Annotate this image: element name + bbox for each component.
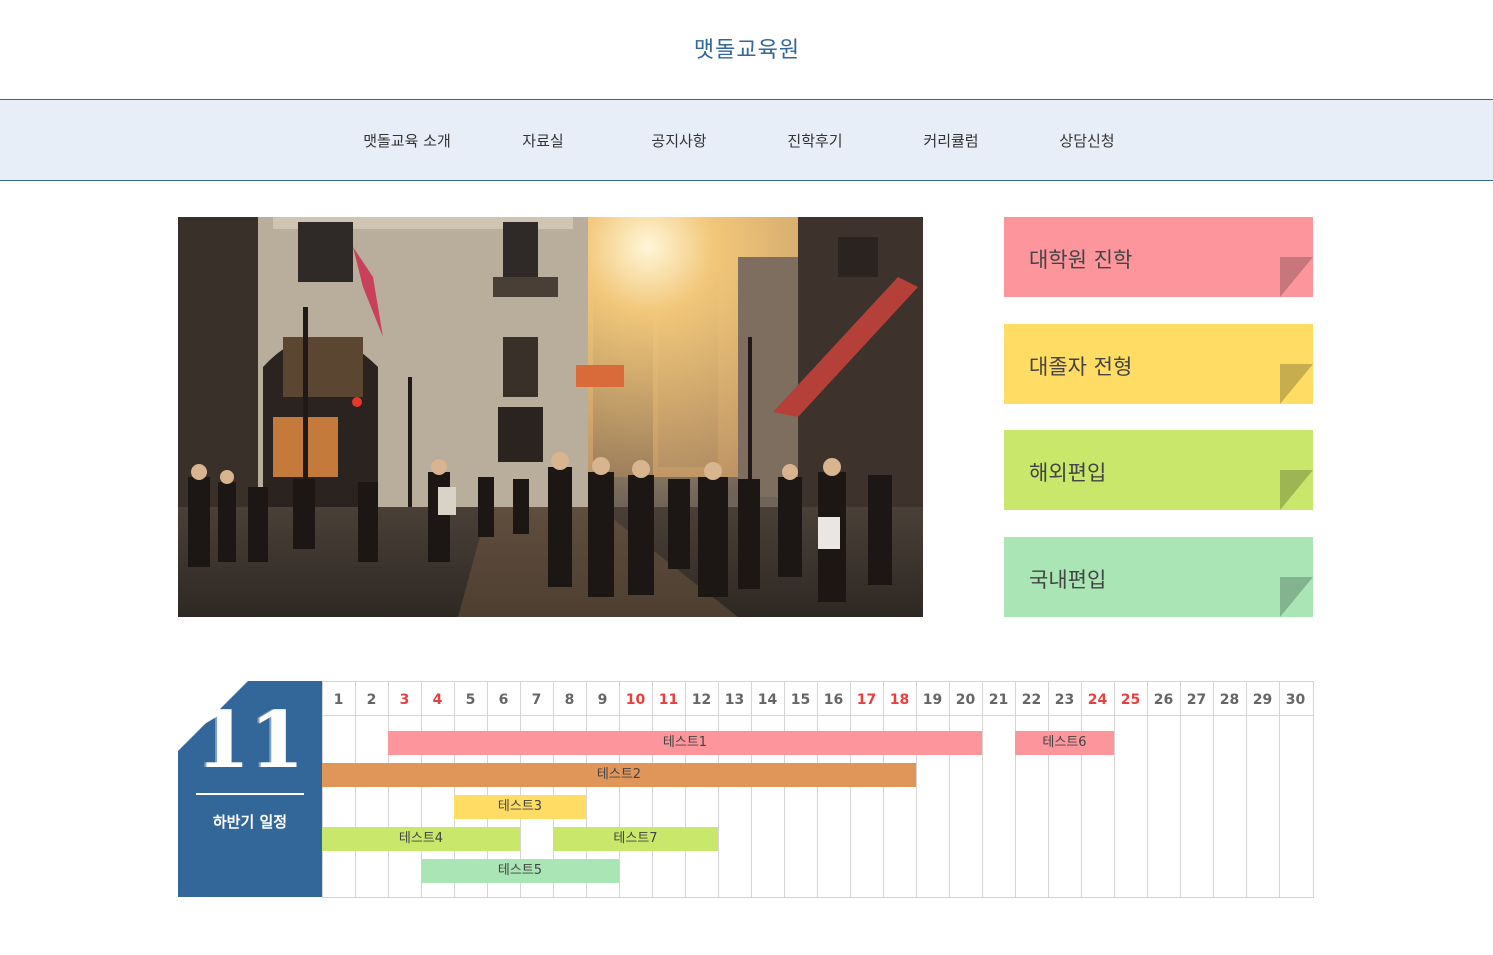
day-label: 26 <box>1153 692 1174 708</box>
day-label: 20 <box>955 692 976 708</box>
card-label: 해외편입 <box>1029 461 1107 485</box>
schedule-event[interactable]: 테스트5 <box>421 859 619 883</box>
schedule-event[interactable]: 테스트6 <box>1015 731 1114 755</box>
day-label: 25 <box>1120 692 1141 708</box>
day-label: 30 <box>1285 692 1306 708</box>
day-label: 11 <box>658 692 679 708</box>
day-label: 15 <box>790 692 811 708</box>
day-label: 9 <box>597 692 608 708</box>
card-graduate-school[interactable]: 대학원 진학 <box>1004 217 1313 297</box>
day-label: 18 <box>889 692 910 708</box>
schedule-event[interactable]: 테스트2 <box>322 763 916 787</box>
card-overseas-transfer[interactable]: 해외편입 <box>1004 430 1313 510</box>
day-label: 29 <box>1252 692 1273 708</box>
day-label: 23 <box>1054 692 1075 708</box>
card-label: 대졸자 전형 <box>1029 355 1133 379</box>
month-divider <box>196 793 304 795</box>
day-label: 14 <box>757 692 778 708</box>
schedule-event[interactable]: 테스트3 <box>454 795 586 819</box>
day-label: 10 <box>625 692 646 708</box>
day-label: 4 <box>432 692 443 708</box>
card-bachelor-transfer[interactable]: 대졸자 전형 <box>1004 324 1313 404</box>
day-label: 19 <box>922 692 943 708</box>
day-label: 12 <box>691 692 712 708</box>
day-label: 7 <box>531 692 542 708</box>
nav-item-resources[interactable]: 자료실 <box>475 130 611 151</box>
nav-item-consultation[interactable]: 상담신청 <box>1019 130 1155 151</box>
day-label: 1 <box>333 692 344 708</box>
schedule-grid: 1 2 3 4 5 6 7 8 9 10 11 12 13 14 15 16 17 18 19 20 21 22 23 24 2… <box>322 681 1314 898</box>
nav-item-about[interactable]: 맷돌교육 소개 <box>339 130 475 151</box>
card-label: 국내편입 <box>1029 568 1107 592</box>
day-label: 24 <box>1087 692 1108 708</box>
nav-item-reviews[interactable]: 진학후기 <box>747 130 883 151</box>
day-label: 16 <box>823 692 844 708</box>
schedule-event[interactable]: 테스트4 <box>322 827 520 851</box>
day-label: 17 <box>856 692 877 708</box>
month-number: 11 <box>195 695 305 786</box>
card-domestic-transfer[interactable]: 국내편입 <box>1004 537 1313 617</box>
schedule-event[interactable]: 테스트7 <box>553 827 718 851</box>
nav-item-notices[interactable]: 공지사항 <box>611 130 747 151</box>
day-label: 27 <box>1186 692 1207 708</box>
day-label: 6 <box>498 692 509 708</box>
day-label: 21 <box>988 692 1009 708</box>
folded-corner-icon <box>1280 470 1313 510</box>
day-label: 5 <box>465 692 476 708</box>
card-label: 대학원 진학 <box>1029 248 1133 272</box>
nav-item-curriculum[interactable]: 커리큘럼 <box>883 130 1019 151</box>
day-label: 13 <box>724 692 745 708</box>
month-badge: 11 하반기 일정 <box>178 681 322 897</box>
day-label: 3 <box>399 692 410 708</box>
day-label: 2 <box>366 692 377 708</box>
site-title[interactable]: 맷돌교육원 <box>0 32 1494 64</box>
schedule-event[interactable]: 테스트1 <box>388 731 982 755</box>
hero-image <box>178 217 923 617</box>
folded-corner-icon <box>1280 577 1313 617</box>
day-label: 22 <box>1021 692 1042 708</box>
folded-corner-icon <box>1280 257 1313 297</box>
day-label: 28 <box>1219 692 1240 708</box>
day-label: 8 <box>564 692 575 708</box>
folded-corner-icon <box>1280 364 1313 404</box>
month-subtitle: 하반기 일정 <box>212 813 288 831</box>
main-nav: 맷돌교육 소개 자료실 공지사항 진학후기 커리큘럼 상담신청 <box>0 99 1493 181</box>
city-street-illustration <box>178 217 923 617</box>
